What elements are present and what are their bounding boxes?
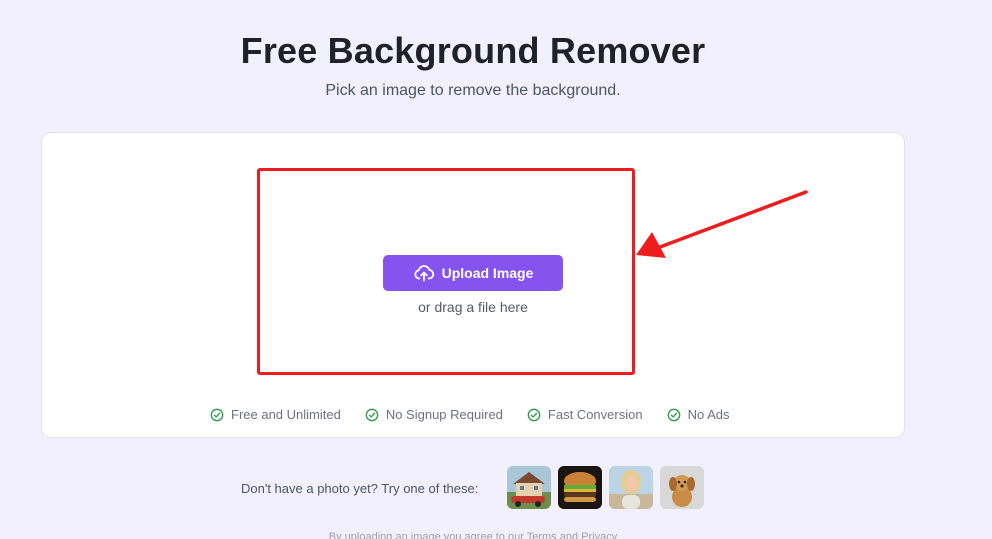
sample-image-puppy[interactable]: [660, 466, 704, 509]
check-circle-icon: [527, 408, 541, 422]
page-title: Free Background Remover: [240, 30, 706, 71]
feature-list: Free and Unlimited No Signup Required Fa…: [210, 407, 729, 422]
feature-label: Free and Unlimited: [231, 407, 341, 422]
drag-drop-hint: or drag a file here: [418, 299, 528, 315]
page-subtitle: Pick an image to remove the background.: [325, 82, 621, 99]
check-circle-icon: [667, 408, 681, 422]
page: Free Background Remover Pick an image to…: [0, 0, 992, 539]
cloud-upload-icon: [413, 262, 435, 284]
sample-image-burger[interactable]: [558, 466, 602, 509]
feature-item-fast: Fast Conversion: [527, 407, 643, 422]
feature-label: Fast Conversion: [547, 407, 643, 422]
check-circle-icon: [210, 408, 224, 422]
sample-images-prompt: Don't have a photo yet? Try one of these…: [241, 481, 479, 496]
upload-button-label: Upload Image: [441, 265, 534, 281]
upload-image-button[interactable]: Upload Image: [383, 255, 563, 291]
feature-label: No Signup Required: [385, 407, 503, 422]
feature-item-no-signup: No Signup Required: [365, 407, 503, 422]
terms-note: By uploading an image you agree to our T…: [328, 531, 618, 539]
feature-label: No Ads: [687, 407, 730, 422]
sample-image-house[interactable]: [507, 466, 551, 509]
sample-image-list: [507, 466, 704, 509]
check-circle-icon: [365, 408, 379, 422]
annotation-arrow-icon: [636, 190, 808, 258]
sample-image-woman[interactable]: [609, 466, 653, 509]
feature-item-free: Free and Unlimited: [210, 407, 341, 422]
feature-item-no-ads: No Ads: [667, 407, 730, 422]
